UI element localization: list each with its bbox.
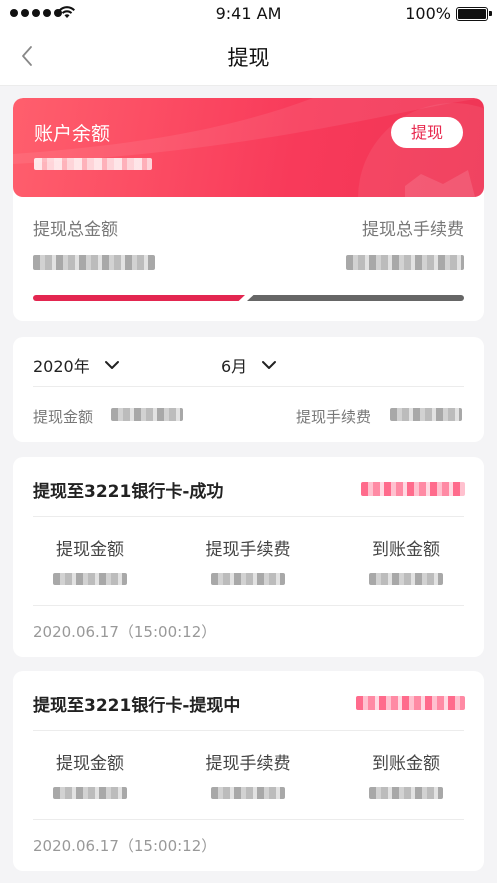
balance-card: 账户余额 提现 提现总金额 提现总手续费: [13, 98, 484, 321]
total-fee-label: 提现总手续费: [362, 220, 464, 240]
year-select[interactable]: 2020年: [33, 353, 120, 377]
col-received-label: 到账金额: [372, 754, 440, 774]
month-amount-redacted: [111, 408, 183, 421]
divider: [33, 516, 464, 517]
total-amount-redacted: [33, 255, 155, 270]
page-title: 提现: [227, 46, 270, 70]
record-time: 2020.06.17（15:00:12）: [33, 623, 217, 641]
year-value: 2020年: [33, 357, 90, 376]
status-bar: 9:41 AM 100%: [0, 0, 497, 28]
month-select[interactable]: 6月: [221, 353, 277, 377]
col-amount-redacted: [53, 573, 127, 585]
record-title: 提现至3221银行卡-提现中: [33, 696, 241, 716]
total-amount-label: 提现总金额: [33, 220, 118, 240]
record-card[interactable]: 提现至3221银行卡-提现中 提现金额 提现手续费 到账金额 2020.06.1…: [13, 671, 484, 871]
col-fee-label: 提现手续费: [205, 540, 291, 560]
balance-label: 账户余额: [34, 123, 111, 145]
month-amount-label: 提现金额: [33, 408, 94, 426]
nav-bar: 提现: [0, 28, 497, 86]
month-value: 6月: [221, 357, 248, 376]
record-amount-redacted: [361, 482, 465, 496]
divider: [33, 819, 464, 820]
record-card[interactable]: 提现至3221银行卡-成功 提现金额 提现手续费 到账金额 2020.06.17…: [13, 457, 484, 657]
col-amount-label: 提现金额: [56, 540, 124, 560]
progress-withdrawn: [33, 295, 245, 301]
record-amount-redacted: [356, 696, 465, 710]
divider: [33, 730, 464, 731]
col-fee-label: 提现手续费: [205, 754, 291, 774]
divider: [33, 605, 464, 606]
battery-percent: 100%: [405, 4, 451, 23]
divider: [33, 386, 464, 387]
col-received-redacted: [369, 573, 443, 585]
record-time: 2020.06.17（15:00:12）: [33, 837, 217, 855]
col-received-label: 到账金额: [372, 540, 440, 560]
record-title: 提现至3221银行卡-成功: [33, 482, 224, 502]
total-fee-redacted: [346, 255, 464, 270]
filter-card: 2020年 6月 提现金额 提现手续费: [13, 337, 484, 442]
chevron-down-icon: [262, 361, 277, 369]
col-amount-redacted: [53, 787, 127, 799]
month-fee-label: 提现手续费: [296, 408, 372, 426]
chevron-down-icon: [104, 361, 119, 369]
col-amount-label: 提现金额: [56, 754, 124, 774]
balance-banner: 账户余额 提现: [13, 98, 484, 197]
col-fee-redacted: [211, 787, 285, 799]
balance-amount-redacted: [34, 158, 152, 170]
col-fee-redacted: [211, 573, 285, 585]
battery-icon: [456, 7, 492, 21]
month-fee-redacted: [390, 408, 462, 421]
col-received-redacted: [369, 787, 443, 799]
progress-remaining: [247, 295, 464, 301]
withdraw-button[interactable]: 提现: [391, 117, 463, 148]
